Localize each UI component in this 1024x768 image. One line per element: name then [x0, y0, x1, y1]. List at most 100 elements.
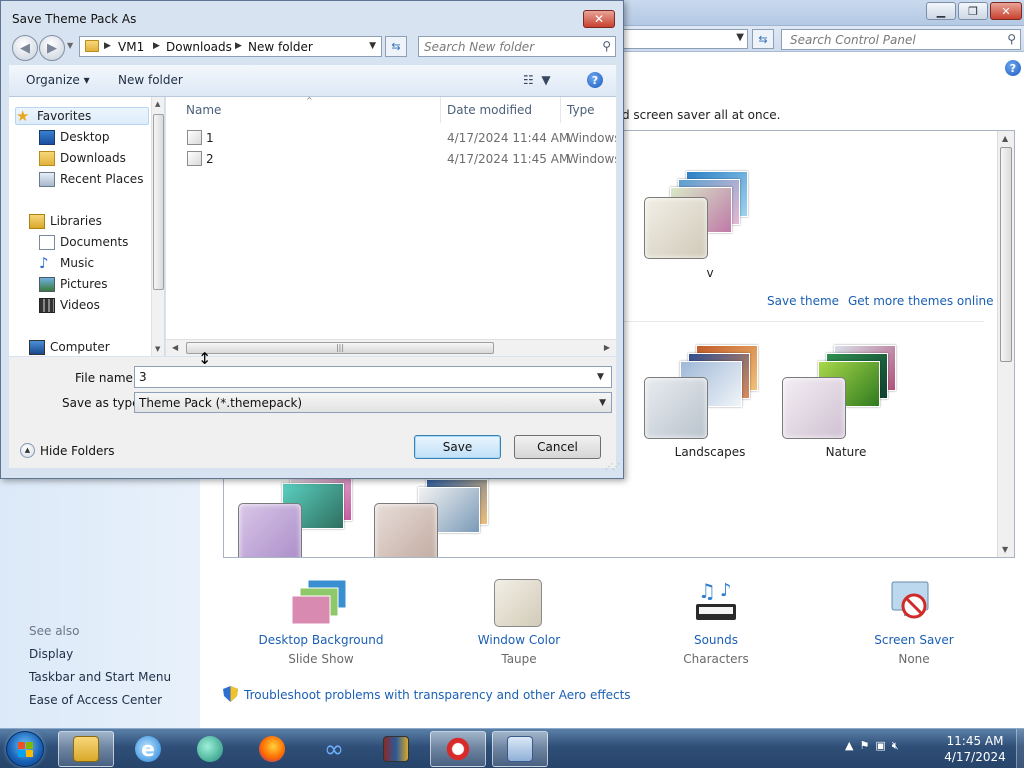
desktop-background-item[interactable]: Desktop Background Slide Show: [246, 633, 396, 666]
navigation-pane[interactable]: ★ Favorites Desktop Downloads Recent Pla…: [9, 97, 165, 356]
network-icon[interactable]: ▣: [875, 739, 885, 753]
desktop-background-link[interactable]: Desktop Background: [246, 633, 396, 647]
forward-button[interactable]: ▶: [39, 35, 65, 61]
search-icon[interactable]: ⚲: [602, 39, 611, 53]
nav-downloads[interactable]: Downloads: [39, 149, 126, 167]
screen-saver-icon[interactable]: [888, 578, 938, 626]
taskbar-internet-explorer[interactable]: e: [120, 731, 176, 767]
breadcrumb[interactable]: ▶ VM1 ▶ Downloads ▶ New folder ▼: [79, 36, 382, 57]
chevron-down-icon[interactable]: ▼: [597, 372, 604, 382]
nav-pictures[interactable]: Pictures: [39, 275, 108, 293]
scrollbar-thumb[interactable]: [1000, 147, 1012, 362]
minimize-button[interactable]: ▁: [926, 2, 956, 20]
chevron-down-icon[interactable]: ▼: [736, 32, 744, 43]
file-row[interactable]: 1 4/17/2024 11:44 AM Windows: [166, 128, 616, 148]
horizontal-scrollbar[interactable]: ◀ ||| ▶: [166, 339, 616, 356]
scrollbar-thumb[interactable]: |||: [186, 342, 494, 354]
aero-troubleshoot-link[interactable]: Troubleshoot problems with transparency …: [244, 688, 631, 702]
taskbar-control-panel[interactable]: [492, 731, 548, 767]
see-also-taskbar-link[interactable]: Taskbar and Start Menu: [29, 670, 171, 684]
theme-partial-1[interactable]: [238, 471, 368, 557]
close-button[interactable]: ✕: [990, 2, 1022, 20]
column-header-type[interactable]: Type: [567, 103, 595, 117]
taskbar-archiver[interactable]: [368, 731, 424, 767]
scroll-right-icon[interactable]: ▶: [604, 343, 610, 352]
help-icon[interactable]: ?: [587, 72, 603, 88]
file-row[interactable]: 2 4/17/2024 11:45 AM Windows: [166, 149, 616, 169]
see-also-display-link[interactable]: Display: [29, 647, 73, 661]
scroll-down-icon[interactable]: ▼: [155, 345, 160, 353]
control-panel-search-input[interactable]: Search Control Panel ⚲: [781, 29, 1021, 50]
dialog-close-button[interactable]: ✕: [583, 10, 615, 28]
address-box[interactable]: ▼: [622, 29, 748, 49]
hide-folders-button[interactable]: ▲ Hide Folders: [20, 443, 115, 458]
sounds-link[interactable]: Sounds: [641, 633, 791, 647]
see-also-ease-of-access-link[interactable]: Ease of Access Center: [29, 693, 162, 707]
taskbar-ccleaner[interactable]: [430, 731, 486, 767]
nav-music[interactable]: ♪ Music: [39, 254, 94, 272]
back-button[interactable]: ◀: [12, 35, 38, 61]
column-divider[interactable]: [440, 97, 441, 123]
column-divider[interactable]: [560, 97, 561, 123]
chevron-right-icon[interactable]: ▶: [235, 41, 242, 51]
search-icon[interactable]: ⚲: [1007, 32, 1016, 46]
nav-desktop[interactable]: Desktop: [39, 128, 110, 146]
scroll-up-icon[interactable]: ▲: [155, 100, 160, 108]
help-icon[interactable]: ?: [1005, 60, 1021, 76]
taskbar-firefox[interactable]: [244, 731, 300, 767]
restore-button[interactable]: ❐: [958, 2, 988, 20]
dialog-search-input[interactable]: Search New folder ⚲: [418, 36, 616, 57]
nav-recent-places[interactable]: Recent Places: [39, 170, 143, 188]
themes-scrollbar[interactable]: ▲ ▼: [997, 131, 1014, 557]
window-color-item[interactable]: Window Color Taupe: [444, 633, 594, 666]
theme-partial-2[interactable]: [374, 471, 504, 557]
cancel-button[interactable]: Cancel: [514, 435, 601, 459]
start-button[interactable]: [6, 731, 44, 767]
organize-button[interactable]: Organize ▾: [26, 73, 90, 87]
new-folder-button[interactable]: New folder: [118, 73, 183, 87]
chevron-right-icon[interactable]: ▶: [104, 41, 111, 51]
navigation-scrollbar[interactable]: ▲ ▼: [151, 97, 164, 356]
column-header-name[interactable]: Name: [186, 103, 221, 117]
breadcrumb-vm1[interactable]: VM1: [118, 40, 144, 54]
refresh-button[interactable]: ⇆: [385, 36, 407, 57]
show-hidden-icons-icon[interactable]: ▲: [845, 739, 853, 753]
breadcrumb-new-folder[interactable]: New folder: [248, 40, 313, 54]
breadcrumb-downloads[interactable]: Downloads: [166, 40, 232, 54]
recent-locations-icon[interactable]: ▼: [67, 41, 73, 50]
show-desktop-button[interactable]: [1016, 729, 1024, 768]
sounds-item[interactable]: Sounds Characters: [641, 633, 791, 666]
nav-documents[interactable]: Documents: [39, 233, 128, 251]
get-more-themes-link[interactable]: Get more themes online: [848, 294, 994, 308]
screen-saver-item[interactable]: Screen Saver None: [839, 633, 989, 666]
desktop-background-icon[interactable]: [290, 578, 350, 626]
change-view-button[interactable]: ☷ ▼: [523, 73, 551, 87]
scrollbar-thumb[interactable]: [153, 114, 164, 290]
save-as-type-select[interactable]: Theme Pack (*.themepack) ▼: [134, 392, 612, 413]
action-center-flag-icon[interactable]: ⚑: [859, 739, 869, 753]
file-list[interactable]: Name ^ Date modified Type 1 4/17/2024 11…: [166, 97, 616, 356]
refresh-button[interactable]: ⇆: [752, 29, 774, 49]
nav-computer[interactable]: Computer: [29, 338, 110, 356]
window-color-link[interactable]: Window Color: [444, 633, 594, 647]
nav-libraries[interactable]: Libraries: [29, 212, 102, 230]
chevron-down-icon[interactable]: ▼: [599, 398, 606, 408]
nav-favorites[interactable]: ★ Favorites: [15, 107, 149, 125]
taskbar-explorer[interactable]: [58, 731, 114, 767]
clock[interactable]: 11:45 AM 4/17/2024: [935, 733, 1015, 765]
resize-grip-icon[interactable]: ⋰⋰: [605, 462, 620, 471]
taskbar-app-infinity[interactable]: ∞: [306, 731, 362, 767]
volume-muted-icon[interactable]: 🔇︎: [892, 739, 899, 753]
taskbar-media[interactable]: [182, 731, 238, 767]
scroll-up-icon[interactable]: ▲: [1002, 134, 1008, 143]
screen-saver-link[interactable]: Screen Saver: [839, 633, 989, 647]
sounds-icon[interactable]: ♫ ♪: [692, 580, 740, 626]
scroll-down-icon[interactable]: ▼: [1002, 545, 1008, 554]
chevron-right-icon[interactable]: ▶: [153, 41, 160, 51]
nav-videos[interactable]: Videos: [39, 296, 100, 314]
window-color-icon[interactable]: [494, 579, 542, 627]
column-header-date-modified[interactable]: Date modified: [447, 103, 532, 117]
chevron-down-icon[interactable]: ▼: [369, 41, 376, 51]
save-button[interactable]: Save: [414, 435, 501, 459]
save-theme-link[interactable]: Save theme: [767, 294, 839, 308]
